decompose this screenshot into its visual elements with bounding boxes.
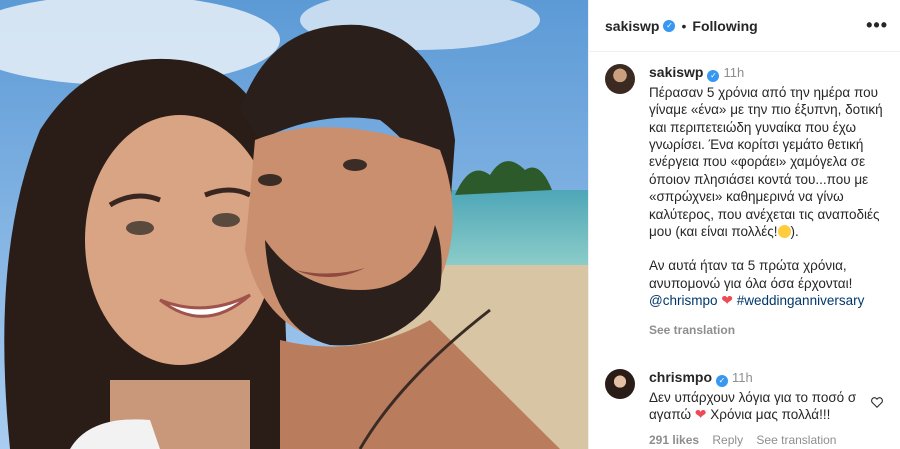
avatar[interactable] <box>605 64 635 94</box>
verified-badge-icon: ✓ <box>716 374 729 387</box>
reply-body: chrismpo ✓ 11h Δεν υπάρχουν λόγια για το π… <box>649 369 884 449</box>
caption-paragraph-1: Πέρασαν 5 χρόνια από την ημέρα που γίναμ… <box>649 84 883 239</box>
header-username[interactable]: sakiswp <box>605 18 659 34</box>
caption-paragraph-1-end: ). <box>790 223 799 239</box>
see-translation-link[interactable]: See translation <box>649 322 735 339</box>
more-options-icon[interactable]: ••• <box>866 15 888 36</box>
reply-text-2: Χρόνια μας πολλά!!! <box>710 407 831 423</box>
couple-selfie-illustration <box>0 0 588 449</box>
verified-badge-icon: ✓ <box>663 19 676 32</box>
reply-comment: chrismpo ✓ 11h Δεν υπάρχουν λόγια για το π… <box>605 368 884 449</box>
caption-paragraph-2: Αν αυτά ήταν τα 5 πρώτα χρόνια, ανυπομον… <box>649 258 853 291</box>
comments-section: sakiswp ✓ 11h Πέρασαν 5 χρόνια από την ημέ… <box>589 52 900 449</box>
reply-likes-count[interactable]: 291 likes <box>649 433 699 447</box>
avatar[interactable] <box>605 368 635 399</box>
reply-username[interactable]: chrismpo <box>649 369 712 385</box>
post-side-panel: sakiswp ✓ • Following ••• sakiswp ✓ 11h Πέ… <box>588 0 900 449</box>
caption-username[interactable]: sakiswp <box>649 64 703 80</box>
mention-link[interactable]: @chrismpo <box>649 293 717 308</box>
post-header: sakiswp ✓ • Following ••• <box>589 0 900 52</box>
caption-comment: sakiswp ✓ 11h Πέρασαν 5 χρόνια από την ημέ… <box>605 64 884 339</box>
caption-time[interactable]: 11h <box>723 65 744 80</box>
caption-text: Πέρασαν 5 χρόνια από την ημέρα που γίναμ… <box>649 84 884 310</box>
see-translation-link[interactable]: See translation <box>756 433 836 447</box>
post-photo[interactable] <box>0 0 588 449</box>
heart-outline-icon[interactable] <box>870 395 884 409</box>
following-button[interactable]: Following <box>692 18 757 34</box>
red-heart-emoji-icon: ❤ <box>721 292 733 309</box>
red-heart-emoji-icon: ❤ <box>694 406 707 423</box>
instagram-post: sakiswp ✓ • Following ••• sakiswp ✓ 11h Πέ… <box>0 0 900 449</box>
caption-body: sakiswp ✓ 11h Πέρασαν 5 χρόνια από την ημέ… <box>649 64 884 339</box>
reply-button[interactable]: Reply <box>712 433 743 447</box>
laughing-emoji-icon <box>777 224 791 238</box>
separator-dot: • <box>681 17 687 34</box>
hashtag-link[interactable]: #weddinganniversary <box>737 293 865 308</box>
reply-meta: 291 likes Reply See translation <box>649 432 864 449</box>
reply-time[interactable]: 11h <box>732 370 753 385</box>
verified-badge-icon: ✓ <box>707 69 720 82</box>
